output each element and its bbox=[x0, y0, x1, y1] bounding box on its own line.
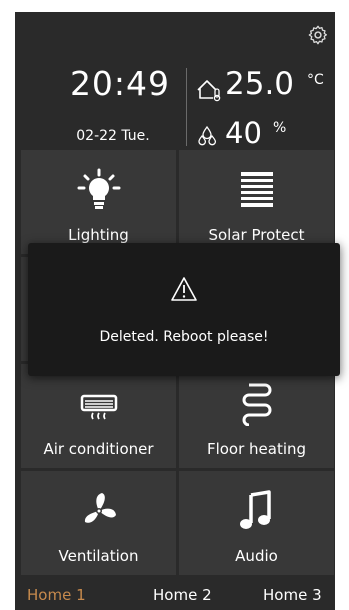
clock-date: 02-22 Tue. bbox=[76, 128, 150, 144]
floor-heating-icon bbox=[242, 383, 271, 426]
indoor-temperature-icon bbox=[197, 80, 221, 102]
tile-floor-heating[interactable]: Floor heating bbox=[179, 364, 334, 468]
tile-audio-label: Audio bbox=[235, 547, 278, 565]
tile-lighting-label: Lighting bbox=[68, 226, 129, 244]
blinds-icon bbox=[240, 172, 273, 207]
reboot-toast: Deleted. Reboot please! bbox=[28, 243, 340, 376]
light-bulb-icon bbox=[77, 168, 120, 209]
tile-solar-protect[interactable]: Solar Protect bbox=[179, 150, 334, 254]
humidity-value: 40 bbox=[225, 116, 262, 150]
tab-home-1[interactable]: Home 1 bbox=[27, 586, 86, 604]
temperature-value: 25.0 bbox=[225, 66, 295, 102]
clock-time: 20:49 bbox=[69, 64, 171, 103]
music-note-icon bbox=[239, 490, 271, 529]
air-conditioner-icon bbox=[80, 394, 117, 420]
gear-icon[interactable] bbox=[307, 24, 329, 46]
tile-air-conditioner[interactable]: Air conditioner bbox=[21, 364, 176, 468]
tile-ventilation[interactable]: Ventilation bbox=[21, 471, 176, 575]
header-divider bbox=[186, 68, 187, 146]
tile-lighting[interactable]: Lighting bbox=[21, 150, 176, 254]
home-tab-bar: Home 1 Home 2 Home 3 bbox=[15, 580, 335, 610]
toast-message: Deleted. Reboot please! bbox=[99, 329, 269, 345]
tile-air-conditioner-label: Air conditioner bbox=[43, 440, 154, 458]
tile-ventilation-label: Ventilation bbox=[58, 547, 139, 565]
tile-solar-protect-label: Solar Protect bbox=[208, 226, 305, 244]
tile-audio[interactable]: Audio bbox=[179, 471, 334, 575]
humidity-unit: % bbox=[273, 120, 287, 136]
humidity-icon bbox=[198, 125, 217, 146]
temperature-unit: °C bbox=[307, 72, 324, 88]
fan-icon bbox=[84, 493, 116, 523]
warning-icon bbox=[171, 277, 197, 301]
tile-floor-heating-label: Floor heating bbox=[206, 440, 307, 458]
tab-home-3[interactable]: Home 3 bbox=[263, 586, 322, 604]
tab-home-2[interactable]: Home 2 bbox=[153, 586, 212, 604]
